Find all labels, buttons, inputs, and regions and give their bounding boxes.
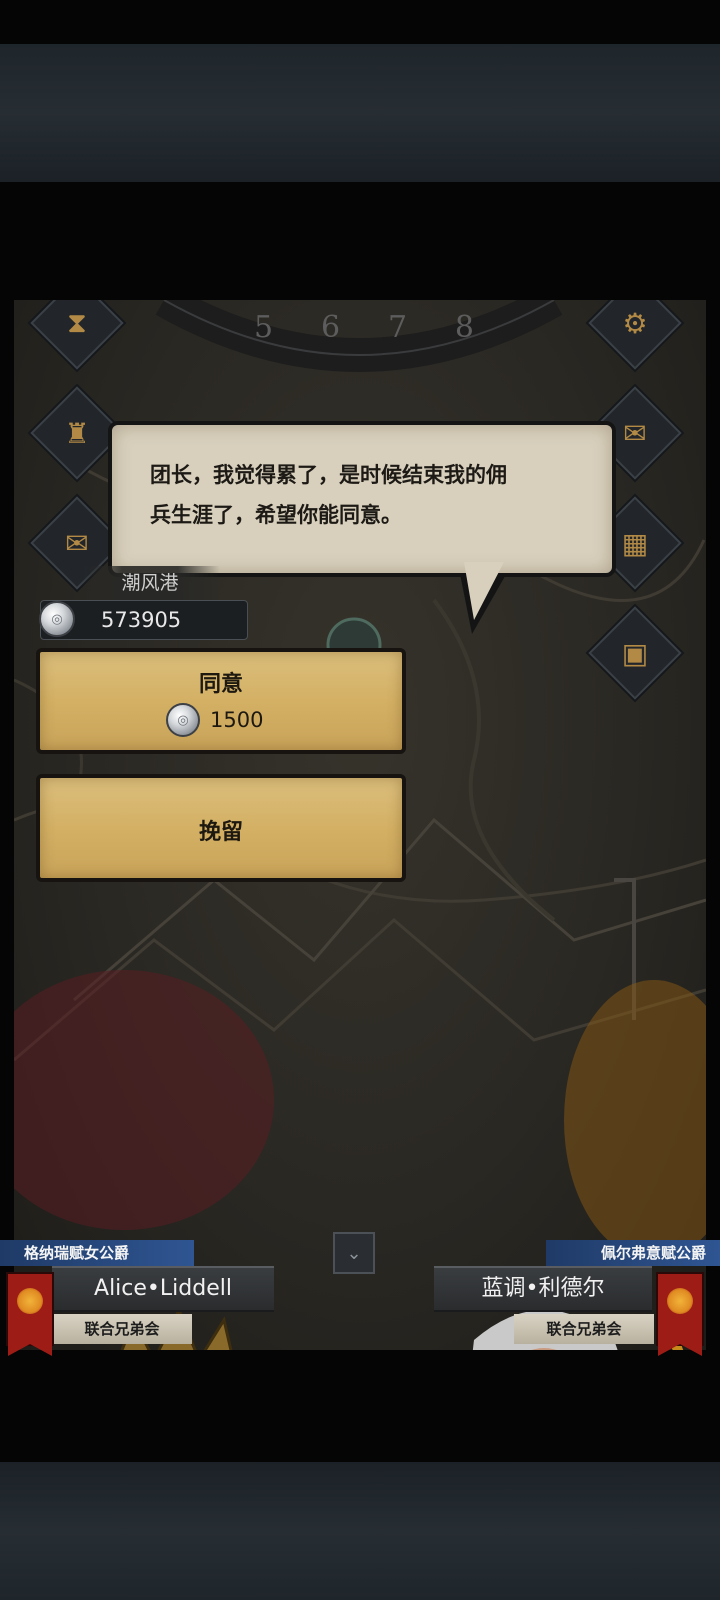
clock-numerals: 5 6 7 8 [254, 310, 474, 350]
chevron-down-icon: ⌄ [346, 1242, 362, 1264]
bottom-backdrop [0, 1462, 720, 1600]
top-backdrop [0, 44, 720, 182]
sun-emblem-icon [667, 1288, 693, 1314]
left-hero-title: 格纳瑞赋女公爵 [0, 1240, 194, 1266]
supplies-icon: ▣ [621, 636, 649, 670]
right-hero-title: 佩尔弗意赋公爵 [546, 1240, 720, 1266]
currency-amount: 573905 [101, 608, 182, 632]
collapse-button[interactable]: ⌄ [333, 1232, 375, 1274]
agree-cost-value: 1500 [210, 708, 264, 732]
agree-cost: ◎ 1500 [166, 702, 263, 738]
right-hero-guild: 联合兄弟会 [514, 1314, 654, 1344]
dialog-line: 团长，我觉得累了，是时候结束我的佣 [150, 463, 507, 487]
silver-coin-icon: ◎ [166, 703, 200, 737]
location-label: 潮风港 [80, 566, 220, 600]
hourglass-icon: ⧗ [67, 306, 87, 339]
left-faction-banner [6, 1272, 54, 1356]
dialog-line: 兵生涯了，希望你能同意。 [150, 503, 402, 527]
right-faction-banner [656, 1272, 704, 1356]
clock-numeral: 8 [454, 310, 474, 345]
clock-numeral: 7 [387, 310, 408, 345]
left-hero-guild: 联合兄弟会 [52, 1314, 192, 1344]
dialog-bubble: 团长，我觉得累了，是时候结束我的佣 兵生涯了，希望你能同意。 [108, 421, 616, 577]
retain-button[interactable]: 挽留 [36, 774, 406, 882]
left-hero-name: Alice•Liddell [52, 1266, 274, 1312]
retain-label: 挽留 [198, 820, 243, 845]
money-pouch-icon: ♜ [64, 416, 90, 450]
clock-numeral: 6 [320, 310, 341, 345]
sun-emblem-icon [17, 1288, 43, 1314]
clock-numeral: 5 [254, 310, 274, 345]
right-hero-name: 蓝调•利德尔 [434, 1266, 652, 1312]
gear-icon: ⚙ [622, 306, 648, 340]
dialog-text: 团长，我觉得累了，是时候结束我的佣 兵生涯了，希望你能同意。 [150, 455, 580, 535]
dialog-tail-fill [464, 562, 504, 620]
silver-coin-icon: ◎ [39, 601, 75, 637]
agree-label: 同意 [198, 672, 243, 697]
agree-button[interactable]: 同意 ◎ 1500 [36, 648, 406, 754]
currency-display: ◎ 573905 [39, 600, 248, 640]
scroll-icon: ✉ [65, 526, 89, 560]
